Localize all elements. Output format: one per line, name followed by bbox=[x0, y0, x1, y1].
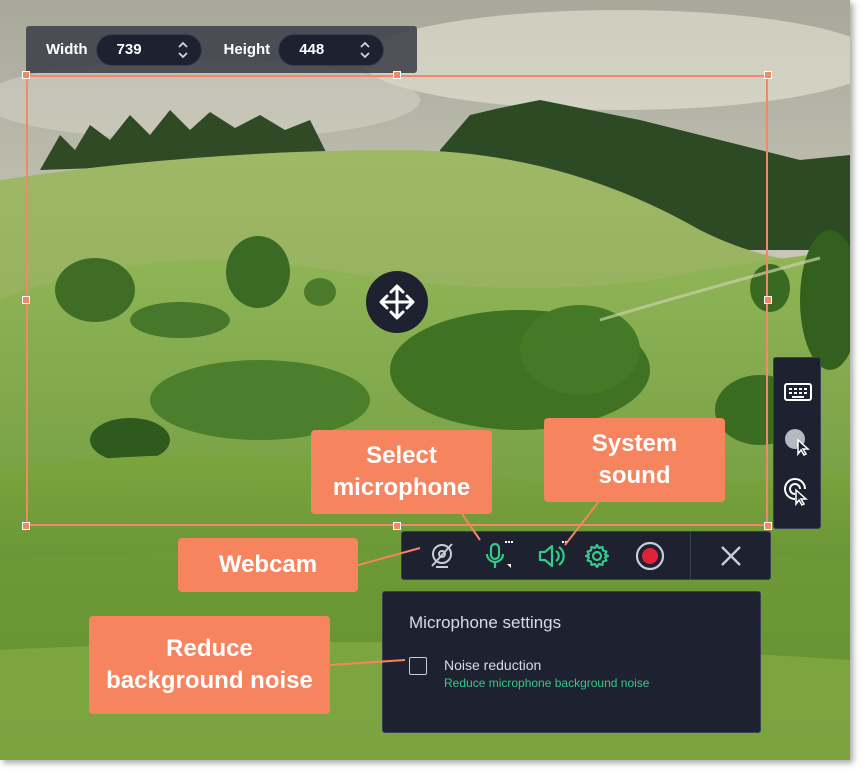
system-sound-button[interactable] bbox=[535, 539, 569, 573]
click-effect-button[interactable] bbox=[782, 476, 814, 508]
microphone-icon bbox=[485, 541, 513, 568]
resize-handle-top[interactable] bbox=[393, 71, 401, 79]
callout-select-microphone: Select microphone bbox=[311, 430, 492, 514]
microphone-button[interactable] bbox=[480, 539, 514, 573]
toolbar-divider bbox=[690, 532, 691, 579]
callout-system-sound: System sound bbox=[544, 418, 725, 502]
close-button[interactable] bbox=[714, 539, 748, 573]
resize-handle-top-right[interactable] bbox=[764, 71, 772, 79]
resize-handle-top-left[interactable] bbox=[22, 71, 30, 79]
webcam-off-icon bbox=[431, 543, 453, 568]
keyboard-button[interactable] bbox=[782, 376, 814, 408]
click-effect-icon bbox=[784, 478, 808, 507]
resize-handle-bottom[interactable] bbox=[393, 522, 401, 530]
noise-reduction-label[interactable]: Noise reduction bbox=[444, 657, 541, 673]
close-icon bbox=[721, 546, 741, 566]
height-input[interactable]: 448 bbox=[278, 33, 385, 66]
height-value[interactable]: 448 bbox=[299, 41, 324, 58]
move-area-button[interactable] bbox=[366, 271, 428, 333]
height-stepper-icon[interactable] bbox=[359, 40, 371, 60]
resize-handle-bottom-right[interactable] bbox=[764, 522, 772, 530]
width-input[interactable]: 739 bbox=[95, 33, 202, 66]
cursor-highlight-icon bbox=[785, 429, 810, 457]
settings-icon bbox=[584, 543, 610, 569]
effects-side-toolbar bbox=[773, 357, 821, 529]
resize-handle-left[interactable] bbox=[22, 296, 30, 304]
recording-toolbar bbox=[401, 531, 771, 580]
keyboard-icon bbox=[784, 383, 812, 401]
resize-handle-right[interactable] bbox=[764, 296, 772, 304]
resize-handle-bottom-left[interactable] bbox=[22, 522, 30, 530]
system-sound-icon bbox=[538, 541, 567, 568]
height-label: Height bbox=[223, 41, 271, 58]
cursor-highlight-button[interactable] bbox=[782, 426, 814, 458]
move-arrows-icon bbox=[379, 284, 415, 320]
record-button[interactable] bbox=[633, 539, 667, 573]
capture-size-bar: Width 739 Height 448 bbox=[26, 26, 417, 73]
callout-webcam: Webcam bbox=[178, 538, 358, 592]
microphone-settings-title: Microphone settings bbox=[409, 613, 562, 632]
callout-reduce-noise: Reduce background noise bbox=[89, 616, 330, 714]
webcam-button[interactable] bbox=[425, 539, 459, 573]
width-stepper-icon[interactable] bbox=[177, 40, 189, 60]
microphone-settings-panel: Microphone settings Noise reduction Redu… bbox=[382, 591, 761, 733]
settings-button[interactable] bbox=[580, 539, 614, 573]
noise-reduction-description: Reduce microphone background noise bbox=[444, 676, 650, 690]
width-label: Width bbox=[46, 41, 88, 58]
noise-reduction-checkbox[interactable] bbox=[409, 657, 427, 675]
width-value[interactable]: 739 bbox=[117, 41, 142, 58]
record-icon bbox=[635, 541, 665, 571]
